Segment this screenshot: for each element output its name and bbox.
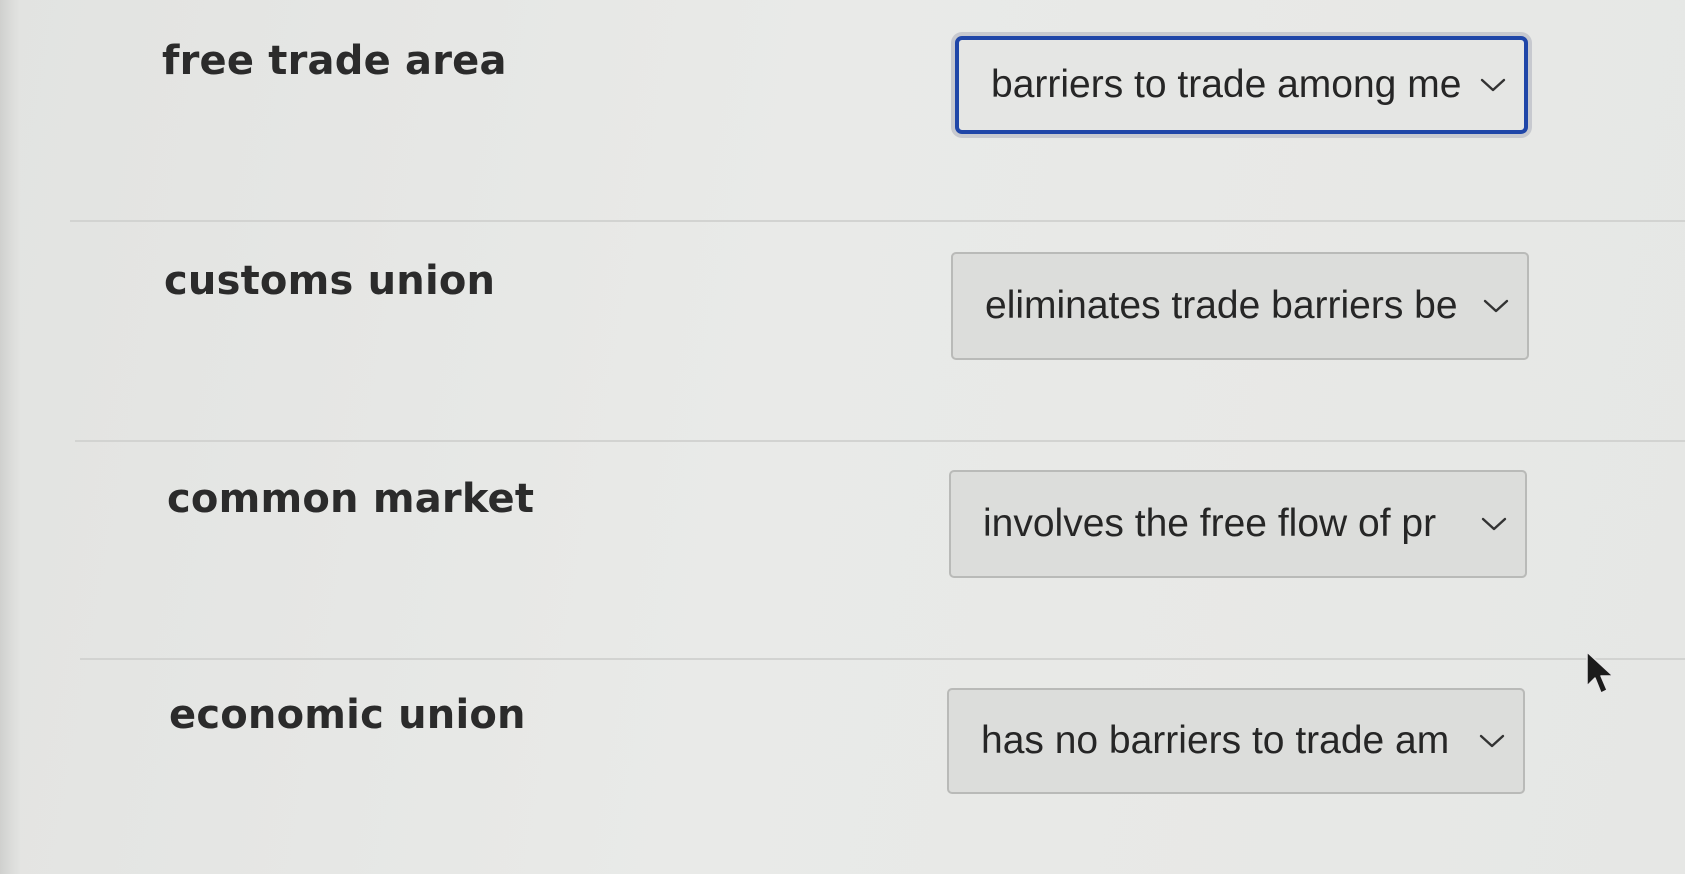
term-label-economic-union: economic union	[169, 692, 526, 738]
answer-select-value: eliminates trade barriers be	[985, 284, 1458, 327]
answer-select-economic-union[interactable]: has no barriers to trade am	[947, 688, 1525, 794]
chevron-down-icon	[1480, 78, 1506, 92]
chevron-down-icon	[1481, 517, 1507, 531]
term-label-common-market: common market	[167, 476, 535, 522]
answer-select-free-trade-area[interactable]: barriers to trade among me	[955, 36, 1528, 134]
row-divider	[75, 440, 1685, 442]
term-label-customs-union: customs union	[164, 258, 496, 304]
row-divider	[80, 658, 1685, 660]
answer-select-value: involves the free flow of pr	[983, 502, 1437, 545]
chevron-down-icon	[1479, 734, 1505, 748]
answer-select-value: barriers to trade among me	[991, 63, 1462, 106]
answer-select-common-market[interactable]: involves the free flow of pr	[949, 470, 1527, 578]
row-divider	[70, 220, 1685, 222]
screen-left-edge	[0, 0, 20, 874]
answer-select-value: has no barriers to trade am	[981, 719, 1450, 762]
term-label-free-trade-area: free trade area	[162, 38, 507, 84]
matching-question-panel: free trade area barriers to trade among …	[0, 0, 1685, 874]
chevron-down-icon	[1483, 299, 1509, 313]
mouse-cursor-icon	[1586, 651, 1614, 694]
answer-select-customs-union[interactable]: eliminates trade barriers be	[951, 252, 1529, 360]
